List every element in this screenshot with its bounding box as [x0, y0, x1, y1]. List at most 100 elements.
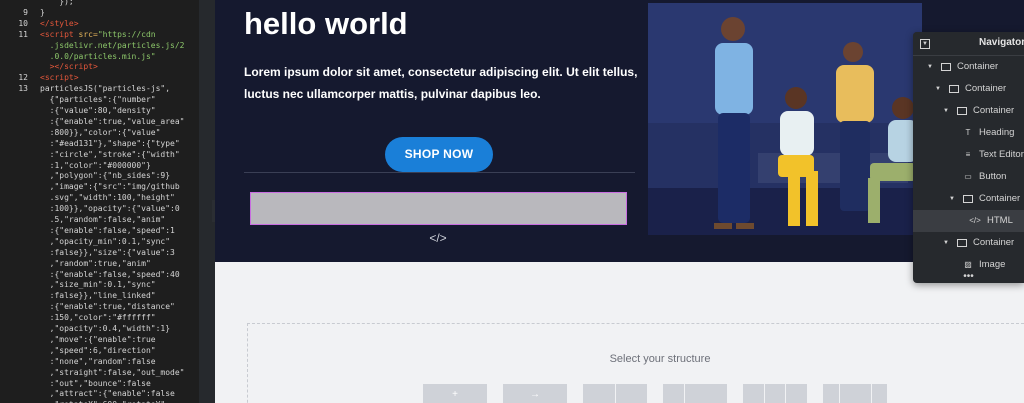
code-line[interactable]: :800}},"color":{"value"	[0, 127, 199, 138]
code-text[interactable]: :"circle","stroke":{"width"	[40, 149, 180, 160]
code-line[interactable]: 9}	[0, 7, 199, 18]
code-text[interactable]: ,"move":{"enable":true	[40, 334, 156, 345]
code-text[interactable]: <script src="https://cdn	[40, 29, 156, 40]
code-text[interactable]: <script>	[40, 72, 79, 83]
code-line[interactable]: :"#ead131"},"shape":{"type"	[0, 138, 199, 149]
navigator-panel[interactable]: ▼ Navigator ▼ Container ▼ Container ▼ Contain…	[913, 32, 1024, 283]
code-text[interactable]: :150,"color":"#ffffff"	[40, 312, 156, 323]
code-line[interactable]: ,"move":{"enable":true	[0, 334, 199, 345]
shop-now-button[interactable]: SHOP NOW	[385, 137, 493, 172]
code-line[interactable]: ,"opacity_min":0.1,"sync"	[0, 236, 199, 247]
code-line[interactable]: :false}},"line_linked"	[0, 290, 199, 301]
code-line[interactable]: 11 <script src="https://cdn	[0, 29, 199, 40]
navigator-item-text-editor[interactable]: ≡ Text Editor	[913, 144, 1024, 166]
code-line[interactable]: ,"polygon":{"nb_sides":9}	[0, 170, 199, 181]
code-line[interactable]: :{"enable":true,"distance"	[0, 301, 199, 312]
code-text[interactable]: :"#ead131"},"shape":{"type"	[40, 138, 180, 149]
navigator-item-html[interactable]: </> HTML	[913, 210, 1024, 232]
navigator-item-container[interactable]: ▼ Container	[913, 78, 1024, 100]
code-text[interactable]: :1,"color":"#000000"}	[40, 160, 151, 171]
navigator-item-button[interactable]: ▭ Button	[913, 166, 1024, 188]
code-line[interactable]: ,"rotateX":600,"rotateY"	[0, 399, 199, 403]
code-text[interactable]: .svg","width":100,"height"	[40, 192, 175, 203]
structure-option-3[interactable]	[583, 384, 647, 403]
code-text[interactable]: {"particles":{"number"	[40, 94, 156, 105]
code-text[interactable]: :{"value":80,"density"	[40, 105, 156, 116]
code-line[interactable]: :"out","bounce":false	[0, 378, 199, 389]
code-text[interactable]: ,"image":{"src":"img/github	[40, 181, 180, 192]
expand-caret-icon[interactable]: ▼	[927, 56, 933, 78]
code-text[interactable]: ,"polygon":{"nb_sides":9}	[40, 170, 170, 181]
code-line[interactable]: ,"image":{"src":"img/github	[0, 181, 199, 192]
code-text[interactable]: ,"opacity_min":0.1,"sync"	[40, 236, 170, 247]
code-text[interactable]: ,"straight":false,"out_mode"	[40, 367, 185, 378]
code-line[interactable]: 10 </style>	[0, 18, 199, 29]
navigator-item-container[interactable]: ▼ Container	[913, 232, 1024, 254]
code-text[interactable]: :false}},"line_linked"	[40, 290, 156, 301]
structure-option-5[interactable]	[743, 384, 807, 403]
code-text[interactable]: :{"enable":false,"speed":1	[40, 225, 175, 236]
code-line[interactable]: :150,"color":"#ffffff"	[0, 312, 199, 323]
code-line[interactable]: .jsdelivr.net/particles.js/2	[0, 40, 199, 51]
code-line[interactable]: :{"enable":false,"speed":1	[0, 225, 199, 236]
code-text[interactable]: }	[40, 7, 45, 18]
code-line[interactable]: ,"random":true,"anim"	[0, 258, 199, 269]
structure-option-2[interactable]: →	[503, 384, 567, 403]
code-text[interactable]: :"out","bounce":false	[40, 378, 151, 389]
code-line[interactable]: ></script>	[0, 61, 199, 72]
code-text[interactable]: ,"opacity":0.4,"width":1}	[40, 323, 170, 334]
structure-option-6[interactable]	[823, 384, 887, 403]
code-text[interactable]: ,"speed":6,"direction"	[40, 345, 156, 356]
html-widget-placeholder[interactable]	[250, 192, 627, 225]
code-text[interactable]: :{"enable":true,"distance"	[40, 301, 175, 312]
code-line[interactable]: ,"speed":6,"direction"	[0, 345, 199, 356]
code-text[interactable]: :"none","random":false	[40, 356, 156, 367]
code-line[interactable]: 12 <script>	[0, 72, 199, 83]
expand-caret-icon[interactable]: ▼	[935, 78, 941, 100]
code-text[interactable]: :{"enable":true,"value_area"	[40, 116, 185, 127]
code-line[interactable]: .svg","width":100,"height"	[0, 192, 199, 203]
code-text[interactable]: .5,"random":false,"anim"	[40, 214, 166, 225]
code-text[interactable]: .jsdelivr.net/particles.js/2	[40, 40, 185, 51]
code-line[interactable]: .5,"random":false,"anim"	[0, 214, 199, 225]
minimize-icon[interactable]: ▼	[920, 39, 930, 49]
more-icon[interactable]: •••	[913, 272, 1024, 282]
code-text[interactable]: :800}},"color":{"value"	[40, 127, 161, 138]
expand-caret-icon[interactable]: ▼	[949, 188, 955, 210]
navigator-item-container[interactable]: ▼ Container	[913, 188, 1024, 210]
code-text[interactable]: ,"attract":{"enable":false	[40, 388, 175, 399]
code-line[interactable]: ,"opacity":0.4,"width":1}	[0, 323, 199, 334]
expand-caret-icon[interactable]: ▼	[943, 232, 949, 254]
code-text[interactable]: particlesJS("particles-js",	[40, 83, 170, 94]
navigator-header[interactable]: ▼ Navigator	[913, 32, 1024, 56]
code-line[interactable]: ,"size_min":0.1,"sync"	[0, 279, 199, 290]
code-line[interactable]: .0.0/particles.min.js"	[0, 51, 199, 62]
code-line[interactable]: {"particles":{"number"	[0, 94, 199, 105]
code-line[interactable]: ,"straight":false,"out_mode"	[0, 367, 199, 378]
structure-option-4[interactable]	[663, 384, 727, 403]
structure-option-1[interactable]: +	[423, 384, 487, 403]
code-line[interactable]: :{"enable":false,"speed":40	[0, 269, 199, 280]
code-text[interactable]: :{"enable":false,"speed":40	[40, 269, 180, 280]
code-line[interactable]: :"none","random":false	[0, 356, 199, 367]
code-text[interactable]: .0.0/particles.min.js"	[40, 51, 156, 62]
navigator-item-container[interactable]: ▼ Container	[913, 100, 1024, 122]
code-line[interactable]: :false}},"size":{"value":3	[0, 247, 199, 258]
navigator-item-heading[interactable]: T Heading	[913, 122, 1024, 144]
team-photo[interactable]	[648, 3, 922, 235]
code-line[interactable]: :{"enable":true,"value_area"	[0, 116, 199, 127]
code-line[interactable]: :"circle","stroke":{"width"	[0, 149, 199, 160]
code-line[interactable]: :100}},"opacity":{"value":0	[0, 203, 199, 214]
code-text[interactable]: ,"rotateX":600,"rotateY"	[40, 399, 166, 403]
code-text[interactable]: ,"random":true,"anim"	[40, 258, 151, 269]
code-text[interactable]: ></script>	[40, 61, 98, 72]
code-text[interactable]: ,"size_min":0.1,"sync"	[40, 279, 156, 290]
code-text[interactable]: :100}},"opacity":{"value":0	[40, 203, 180, 214]
code-editor-panel[interactable]: }); 9} 10 </style> 11 <script src="https://cd…	[0, 0, 199, 403]
code-line[interactable]: :{"value":80,"density"	[0, 105, 199, 116]
code-text[interactable]: </style>	[40, 18, 79, 29]
navigator-item-container[interactable]: ▼ Container	[913, 56, 1024, 78]
expand-caret-icon[interactable]: ▼	[943, 100, 949, 122]
code-line[interactable]: ,"attract":{"enable":false	[0, 388, 199, 399]
code-line[interactable]: 13 particlesJS("particles-js",	[0, 83, 199, 94]
